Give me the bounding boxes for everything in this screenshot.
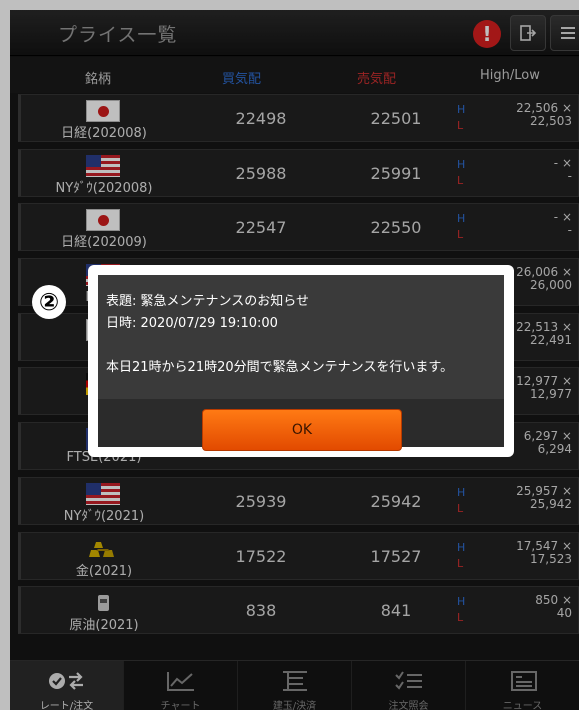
dialog-message: 表題: 緊急メンテナンスのお知らせ 日時: 2020/07/29 19:10:0… [106, 291, 453, 379]
dialog-footer: OK [98, 399, 504, 451]
ok-button[interactable]: OK [202, 409, 402, 451]
maintenance-dialog: 表題: 緊急メンテナンスのお知らせ 日時: 2020/07/29 19:10:0… [88, 265, 514, 457]
dialog-subject: 表題: 緊急メンテナンスのお知らせ [106, 294, 309, 309]
dialog-body-text: 本日21時から21時20分間で緊急メンテナンスを行います。 [106, 360, 454, 375]
step-marker: ② [32, 285, 66, 319]
dialog-datetime: 日時: 2020/07/29 19:10:00 [106, 316, 278, 331]
dialog-body: 表題: 緊急メンテナンスのお知らせ 日時: 2020/07/29 19:10:0… [98, 275, 504, 451]
